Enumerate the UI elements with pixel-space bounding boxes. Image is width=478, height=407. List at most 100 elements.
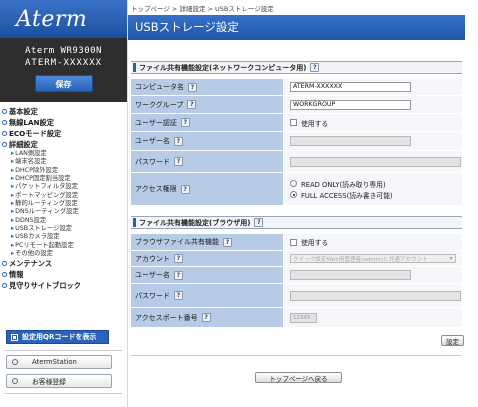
sidebar-section-18[interactable]: 情報: [0, 269, 127, 280]
username-input[interactable]: [290, 136, 411, 146]
row-username: ユーザー名?: [131, 132, 462, 151]
browser-username-input[interactable]: [290, 270, 411, 280]
arrow-icon: ▸: [11, 183, 15, 191]
model-name: Aterm WR9300N: [25, 46, 102, 56]
sidebar-item-label: USBカメラ設定: [15, 233, 60, 241]
sidebar-section-19[interactable]: 見守りサイトブロック: [0, 280, 127, 291]
help-icon[interactable]: ?: [187, 100, 197, 109]
sidebar: Aterm Aterm WR9300N ATERM-XXXXXX 保存 基本設定…: [0, 0, 128, 407]
sidebar-section-0[interactable]: 基本設定: [0, 106, 127, 117]
arrow-icon: ▸: [11, 250, 15, 258]
password-label: パスワード: [135, 157, 170, 166]
network-share-form: コンピュータ名? ATERM-XXXXXX ワークグループ? WORKGROUP…: [131, 79, 462, 206]
sidebar-item-label: 端末名設定: [15, 158, 47, 166]
value-cell: 使用する: [284, 114, 462, 131]
sidebar-item-label: DDNS設定: [15, 216, 47, 224]
help-icon[interactable]: ?: [254, 218, 264, 227]
help-icon[interactable]: ?: [173, 270, 183, 280]
sidebar-item-9[interactable]: ▸ポートマッピング設定: [0, 192, 127, 200]
sidebar-item-label: DHCP除外設定: [15, 166, 59, 174]
aterm-station-button[interactable]: AtermStation: [6, 355, 112, 369]
sidebar-item-5[interactable]: ▸端末名設定: [0, 158, 127, 166]
sidebar-item-12[interactable]: ▸DDNS設定: [0, 217, 127, 225]
circle-icon: [12, 378, 18, 384]
sidebar-section-2[interactable]: ECOモード設定: [0, 128, 127, 139]
computer-name-input[interactable]: ATERM-XXXXXX: [290, 82, 411, 92]
apply-button[interactable]: 設定: [441, 335, 464, 346]
customer-registration-button[interactable]: お客様登録: [6, 374, 112, 388]
sidebar-item-11[interactable]: ▸DNSルーティング設定: [0, 208, 127, 216]
workgroup-input[interactable]: WORKGROUP: [290, 99, 411, 110]
bullet-icon: [2, 131, 7, 136]
bullet-icon: [2, 142, 7, 147]
read-only-label: READ ONLY(読み取り専用): [301, 180, 386, 189]
device-info: Aterm WR9300N ATERM-XXXXXX 保存: [0, 38, 127, 102]
access-port-input[interactable]: 12345: [290, 312, 317, 323]
browser-share-option-label: 使用する: [301, 239, 329, 247]
value-cell: WORKGROUP: [284, 96, 462, 113]
bullet-icon: [2, 283, 7, 289]
row-access: アクセス権限? READ ONLY(読み取り専用) FULL ACCESS(読み…: [131, 173, 462, 206]
help-icon[interactable]: ?: [188, 82, 197, 92]
workgroup-label: ワークグループ: [135, 100, 184, 109]
label-cell: アカウント?: [131, 251, 284, 266]
sidebar-item-label: DNSルーティング設定: [15, 208, 79, 216]
sidebar-item-14[interactable]: ▸USBカメラ設定: [0, 233, 127, 241]
row-password: パスワード?: [131, 151, 462, 173]
user-auth-option-label: 使用する: [301, 119, 329, 128]
password-input[interactable]: [290, 156, 461, 167]
read-only-option[interactable]: READ ONLY(読み取り専用): [290, 178, 386, 189]
sidebar-item-6[interactable]: ▸DHCP除外設定: [0, 167, 127, 175]
sidebar-section-3[interactable]: 詳細設定: [0, 139, 127, 150]
help-icon[interactable]: ?: [223, 237, 232, 247]
logo: Aterm: [0, 0, 127, 38]
label-cell: ユーザー名?: [131, 267, 284, 283]
access-label: アクセス権限: [135, 185, 177, 193]
help-icon[interactable]: ?: [173, 136, 183, 146]
value-cell: 使用する: [284, 234, 462, 250]
row-computer-name: コンピュータ名? ATERM-XXXXXX: [131, 79, 462, 96]
save-button[interactable]: 保存: [34, 75, 93, 92]
help-icon[interactable]: ?: [180, 118, 190, 127]
full-access-option[interactable]: FULL ACCESS(読み書き可能): [290, 189, 393, 200]
sidebar-item-label: その他の設定: [15, 250, 53, 258]
user-auth-checkbox[interactable]: [290, 119, 297, 126]
sidebar-item-label: 情報: [9, 269, 24, 279]
sidebar-item-label: LAN側設定: [15, 150, 47, 157]
label-cell: ブラウザファイル共有機能?: [131, 234, 284, 250]
sidebar-item-8[interactable]: ▸パケットフィルタ設定: [0, 183, 127, 191]
browser-share-checkbox[interactable]: [290, 238, 297, 246]
sidebar-item-15[interactable]: ▸PCリモート起動設定: [0, 242, 127, 250]
arrow-icon: ▸: [11, 175, 15, 183]
bullet-icon: [2, 109, 7, 114]
show-qr-code-button[interactable]: 設定用QRコードを表示: [6, 330, 109, 344]
sidebar-section-1[interactable]: 無線LAN設定: [0, 117, 127, 128]
help-icon[interactable]: ?: [310, 63, 320, 72]
device-id: ATERM-XXXXXX: [24, 58, 103, 68]
bullet-icon: [2, 261, 7, 267]
help-icon[interactable]: ?: [180, 184, 190, 194]
page-title: USBストレージ設定: [128, 15, 465, 40]
help-icon[interactable]: ?: [174, 291, 183, 300]
read-only-radio[interactable]: [290, 180, 297, 187]
sidebar-item-label: メンテナンス: [9, 258, 52, 268]
value-cell: [284, 267, 462, 283]
help-icon[interactable]: ?: [201, 313, 211, 322]
account-select[interactable]: クイック設定Web用管理者(admin)と共通アカウント: [290, 254, 456, 263]
browser-password-input[interactable]: [290, 290, 461, 301]
sidebar-section-17[interactable]: メンテナンス: [0, 258, 127, 269]
sidebar-item-label: PCリモート起動設定: [15, 241, 74, 249]
arrow-icon: ▸: [11, 191, 15, 199]
full-access-radio[interactable]: [290, 191, 297, 198]
label-cell: アクセスポート番号?: [131, 308, 284, 327]
help-icon[interactable]: ?: [174, 157, 183, 166]
sidebar-item-label: 静的ルーティング設定: [15, 200, 78, 208]
sidebar-item-16[interactable]: ▸その他の設定: [0, 250, 127, 258]
back-to-top-button[interactable]: トップページへ戻る: [255, 372, 342, 383]
value-cell: ATERM-XXXXXX: [284, 79, 462, 95]
divider: [4, 393, 122, 394]
divider: [131, 355, 462, 356]
section-heading-network: ファイル共有機能設定(ネットワークコンピュータ用) ?: [131, 61, 462, 74]
help-icon[interactable]: ?: [174, 254, 183, 263]
arrow-icon: ▸: [11, 166, 15, 174]
